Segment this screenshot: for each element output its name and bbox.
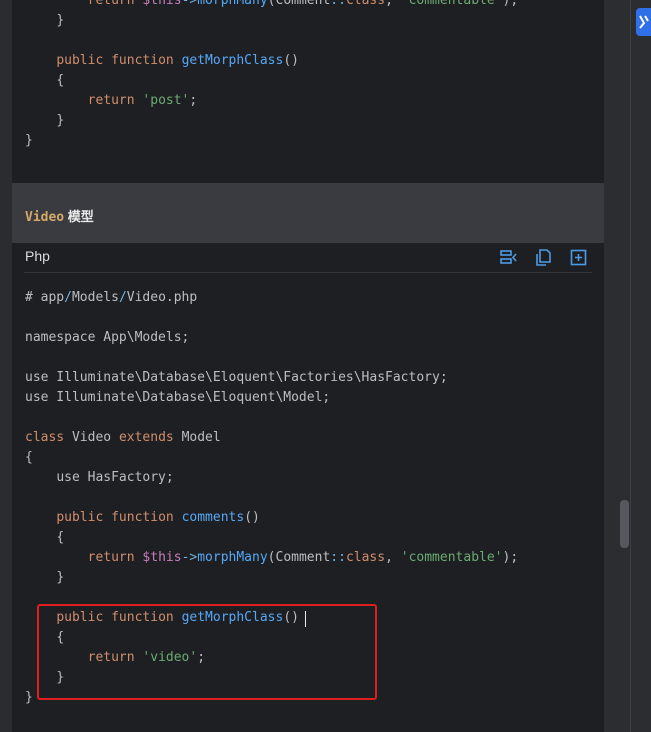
code-line: { <box>25 448 33 468</box>
code-token: return <box>87 0 143 8</box>
code-token: use Illuminate\Database\Eloquent\Model; <box>25 390 331 405</box>
code-line: } <box>25 131 33 151</box>
code-token: { <box>56 73 65 88</box>
code-line: use HasFactory; <box>25 468 174 488</box>
code-line: return $this->morphMany(Comment::class, … <box>25 0 519 11</box>
code-token: $this <box>142 0 182 8</box>
code-token: class <box>25 430 72 445</box>
code-token: return <box>87 550 143 565</box>
code-line: public function getMorphClass() <box>25 51 299 71</box>
code-token: , <box>385 550 401 565</box>
code-token: return <box>87 93 143 108</box>
code-line: namespace App\Models; <box>25 328 189 348</box>
code-token: ; <box>189 93 198 108</box>
text-cursor <box>305 611 306 627</box>
heading-code: Video <box>25 210 65 225</box>
code-token: () <box>244 510 260 525</box>
code-token: morphMany <box>197 0 268 8</box>
translate-extension-icon[interactable] <box>636 8 651 36</box>
copy-icon[interactable] <box>535 249 552 266</box>
code-line: } <box>25 688 33 708</box>
code-token: } <box>56 113 65 128</box>
code-token: -> <box>181 550 198 565</box>
code-token: function <box>111 53 182 68</box>
code-token: (Comment <box>267 550 331 565</box>
code-token: Model <box>181 430 221 445</box>
section-heading-band <box>12 183 604 243</box>
code-line: use Illuminate\Database\Eloquent\Factori… <box>25 368 448 388</box>
highlight-box <box>37 604 377 700</box>
code-token: function <box>111 510 182 525</box>
code-token: Video.php <box>126 290 198 305</box>
code-line: { <box>25 528 64 548</box>
code-token: , <box>385 0 401 8</box>
code-token: $this <box>142 550 182 565</box>
code-token: morphMany <box>197 550 268 565</box>
code-token: / <box>64 290 72 305</box>
code-line: class Video extends Model <box>25 428 221 448</box>
code-token: () <box>283 53 299 68</box>
code-token: } <box>56 13 65 28</box>
code-token: Video <box>71 430 119 445</box>
code-token: class <box>345 0 386 8</box>
code-line: # app/Models/Video.php <box>25 288 197 308</box>
code-line: } <box>25 111 64 131</box>
wrap-lines-icon[interactable] <box>500 249 517 266</box>
code-token: { <box>25 450 33 465</box>
code-token: } <box>56 570 65 585</box>
code-line: } <box>25 11 64 31</box>
code-token: use Illuminate\Database\Eloquent\Factori… <box>25 370 448 385</box>
side-strip <box>630 0 651 732</box>
code-token: :: <box>330 550 346 565</box>
code-token: } <box>25 133 33 148</box>
code-token: Models <box>71 290 119 305</box>
code-token: use HasFactory; <box>56 470 174 485</box>
code-token: ); <box>502 0 519 8</box>
code-token: getMorphClass <box>181 53 284 68</box>
expand-icon[interactable] <box>570 249 587 266</box>
code-line: return 'post'; <box>25 91 198 111</box>
code-toolbar <box>500 249 587 266</box>
code-token: # app <box>25 290 65 305</box>
code-line: use Illuminate\Database\Eloquent\Model; <box>25 388 330 408</box>
heading-text: 模型 <box>64 209 94 224</box>
code-line: return $this->morphMany(Comment::class, … <box>25 548 519 568</box>
code-token: comments <box>181 510 245 525</box>
code-token: 'commentable' <box>400 0 503 8</box>
code-token: (Comment <box>267 0 331 8</box>
code-token: 'commentable' <box>400 550 503 565</box>
code-token: public <box>56 53 112 68</box>
code-token: } <box>25 690 33 705</box>
code-token: ); <box>502 550 519 565</box>
code-token: -> <box>181 0 198 8</box>
scrollbar-thumb[interactable] <box>620 500 629 548</box>
code-token: / <box>118 290 127 305</box>
code-token: public <box>56 510 112 525</box>
code-header-divider <box>24 272 592 273</box>
code-line: } <box>25 568 64 588</box>
code-token: extends <box>118 430 182 445</box>
code-line: { <box>25 71 64 91</box>
code-token: :: <box>330 0 346 8</box>
code-token: 'post' <box>142 93 190 108</box>
code-token: namespace App\Models; <box>25 330 190 345</box>
code-token: class <box>345 550 386 565</box>
code-line: public function comments() <box>25 508 260 528</box>
code-token: { <box>56 530 65 545</box>
section-heading: Video 模型 <box>25 206 94 225</box>
code-language-label: Php <box>25 248 50 264</box>
editor-gutter <box>604 0 630 732</box>
